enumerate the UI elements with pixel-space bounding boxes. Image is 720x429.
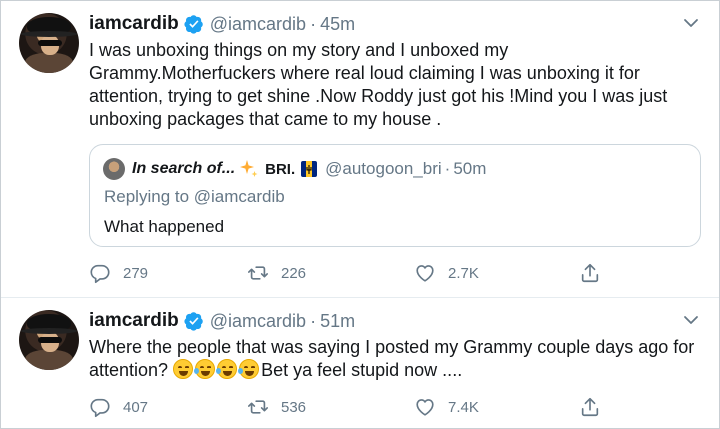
retweet-button[interactable]: 226 bbox=[247, 261, 306, 285]
reply-icon bbox=[90, 398, 110, 418]
reply-button[interactable]: 279 bbox=[89, 261, 148, 285]
timestamp[interactable]: 45m bbox=[320, 14, 355, 35]
like-icon bbox=[416, 265, 434, 282]
reply-count: 407 bbox=[123, 398, 149, 416]
like-button[interactable]: 7.4K bbox=[414, 395, 479, 419]
verified-icon bbox=[184, 312, 203, 331]
avatar[interactable] bbox=[19, 13, 79, 73]
separator-dot: · bbox=[444, 159, 451, 178]
retweet-count: 536 bbox=[281, 398, 307, 416]
tweet-actions: 279 226 2.7K bbox=[89, 261, 689, 285]
quoted-header: In search of... BRI. @autogoon_bri · 50m bbox=[132, 157, 486, 181]
display-name[interactable]: iamcardib bbox=[89, 310, 179, 332]
tweet-text-after: Bet ya feel stupid now .... bbox=[261, 360, 463, 380]
chevron-down-icon[interactable] bbox=[683, 312, 699, 328]
quoted-timestamp: 50m bbox=[453, 159, 487, 178]
tweet[interactable]: iamcardib @iamcardib · 45m I was unboxin… bbox=[1, 1, 719, 297]
separator-dot: · bbox=[310, 13, 317, 34]
share-button[interactable] bbox=[579, 395, 601, 419]
tweet-feed: iamcardib @iamcardib · 45m I was unboxin… bbox=[0, 0, 720, 429]
timestamp[interactable]: 51m bbox=[320, 311, 355, 332]
crying-laughing-emoji-icon bbox=[194, 359, 216, 379]
sparkles-icon bbox=[240, 160, 258, 177]
quoted-tweet[interactable]: In search of... BRI. @autogoon_bri · 50m… bbox=[89, 144, 701, 247]
share-icon bbox=[581, 397, 599, 417]
chevron-down-icon[interactable] bbox=[683, 15, 699, 31]
quoted-text: What happened bbox=[104, 217, 225, 236]
tweet-header: iamcardib @iamcardib · 51m bbox=[89, 308, 355, 334]
tweet-header: iamcardib @iamcardib · 45m bbox=[89, 11, 355, 37]
retweet-button[interactable]: 536 bbox=[247, 395, 306, 419]
handle[interactable]: @iamcardib bbox=[210, 311, 306, 332]
quoted-display-name-2: BRI. bbox=[265, 160, 296, 178]
quoted-handle: @autogoon_bri bbox=[325, 159, 442, 178]
reply-count: 279 bbox=[123, 264, 149, 282]
like-count: 2.7K bbox=[448, 264, 479, 282]
display-name[interactable]: iamcardib bbox=[89, 13, 179, 35]
separator-dot: · bbox=[310, 310, 317, 331]
tweet-text: Where the people that was saying I poste… bbox=[89, 336, 699, 382]
tweet-text: I was unboxing things on my story and I … bbox=[89, 40, 668, 129]
like-icon bbox=[416, 399, 434, 416]
retweet-icon bbox=[248, 266, 268, 280]
weary-face-emoji-icon bbox=[173, 359, 194, 379]
replying-to: Replying to @iamcardib bbox=[104, 187, 285, 206]
handle[interactable]: @iamcardib bbox=[210, 14, 306, 35]
retweet-icon bbox=[248, 400, 268, 414]
crying-laughing-emoji-icon bbox=[238, 359, 260, 379]
like-count: 7.4K bbox=[448, 398, 479, 416]
crying-laughing-emoji-icon bbox=[216, 359, 238, 379]
avatar[interactable] bbox=[19, 310, 79, 370]
quoted-display-name: In search of... bbox=[132, 160, 236, 177]
reply-button[interactable]: 407 bbox=[89, 395, 148, 419]
like-button[interactable]: 2.7K bbox=[414, 261, 479, 285]
verified-icon bbox=[184, 15, 203, 34]
share-button[interactable] bbox=[579, 261, 601, 285]
tweet[interactable]: iamcardib @iamcardib · 51m Where the peo… bbox=[1, 297, 719, 428]
quoted-avatar[interactable] bbox=[103, 158, 125, 180]
tweet-actions: 407 536 7.4K bbox=[89, 395, 689, 419]
reply-icon bbox=[90, 264, 110, 284]
share-icon bbox=[581, 263, 599, 283]
retweet-count: 226 bbox=[281, 264, 307, 282]
barbados-flag-icon bbox=[301, 161, 318, 177]
